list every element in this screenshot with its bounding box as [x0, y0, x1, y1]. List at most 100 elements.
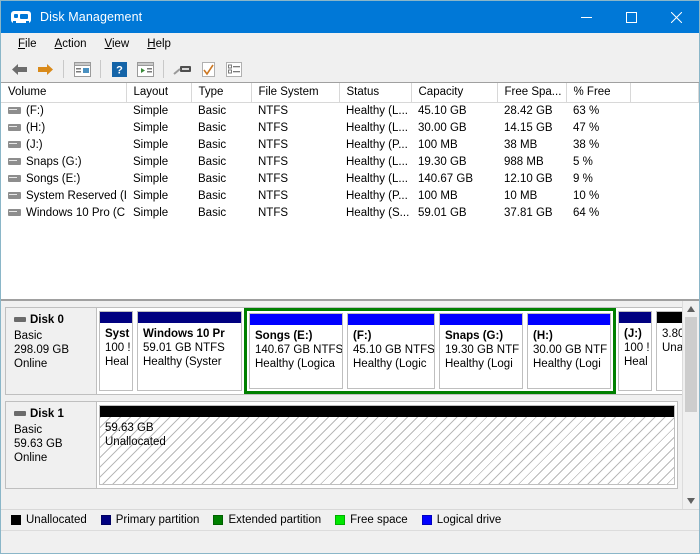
- list-view-button[interactable]: [222, 58, 246, 80]
- graphical-view-scrollbar[interactable]: [682, 301, 699, 509]
- legend-label-unallocated: Unallocated: [26, 514, 87, 526]
- cell-type: Basic: [198, 172, 227, 185]
- disk-icon: [14, 411, 26, 417]
- column-header-volume[interactable]: Volume: [1, 83, 127, 103]
- maximize-button[interactable]: [609, 1, 654, 33]
- partition-f-drive[interactable]: (F:) 45.10 GB NTFS Healthy (Logic: [347, 313, 435, 389]
- cell-layout: Simple: [133, 155, 169, 168]
- column-header-layout[interactable]: Layout: [126, 83, 192, 103]
- disk-size: 298.09 GB: [14, 344, 69, 356]
- menu-help[interactable]: Help: [138, 36, 180, 52]
- cell-volume: (H:): [1, 120, 126, 137]
- drive-icon: [8, 191, 21, 199]
- partition-status: Healthy (Logic: [353, 358, 427, 370]
- column-header-percent-free[interactable]: % Free: [566, 83, 631, 103]
- table-row[interactable]: Windows 10 Pro (C:) Simple Basic NTFS He…: [1, 205, 699, 222]
- column-header-file-system[interactable]: File System: [251, 83, 340, 103]
- table-row[interactable]: Songs (E:) Simple Basic NTFS Healthy (L.…: [1, 171, 699, 188]
- table-row[interactable]: Snaps (G:) Simple Basic NTFS Healthy (L.…: [1, 154, 699, 171]
- scroll-down-arrow-icon[interactable]: [683, 493, 699, 509]
- scroll-up-arrow-icon[interactable]: [683, 301, 699, 317]
- legend-item-extended-partition: Extended partition: [213, 514, 321, 526]
- cell-status: Healthy (L...: [346, 172, 408, 185]
- disk-icon: [14, 317, 26, 323]
- disk-management-window: Disk Management File Action View Help ? …: [0, 0, 700, 554]
- drive-icon: [8, 174, 21, 182]
- cell-volume-label: (J:): [26, 138, 43, 151]
- column-header-free-space[interactable]: Free Spa...: [497, 83, 567, 103]
- menu-bar: File Action View Help: [1, 33, 699, 56]
- cell-type: Basic: [198, 138, 227, 151]
- disk-name: Disk 1: [14, 408, 96, 420]
- partition-h-drive[interactable]: (H:) 30.00 GB NTF Healthy (Logi: [527, 313, 611, 389]
- table-row[interactable]: (H:) Simple Basic NTFS Healthy (L... 30.…: [1, 120, 699, 137]
- cell-percent-free: 38 %: [573, 138, 600, 151]
- partition-songs[interactable]: Songs (E:) 140.67 GB NTFS Healthy (Logic…: [249, 313, 343, 389]
- partition-size: 3.80 GB: [662, 328, 682, 340]
- menu-action-label-rest: ction: [62, 38, 87, 50]
- cell-layout: Simple: [133, 189, 169, 202]
- partition-body: (H:) 30.00 GB NTF Healthy (Logi: [528, 325, 610, 388]
- show-hide-action-pane-button[interactable]: [133, 58, 157, 80]
- disk-1-partitions: 59.63 GB Unallocated: [97, 401, 678, 489]
- partition-windows-10-pro[interactable]: Windows 10 Pr 59.01 GB NTFS Healthy (Sys…: [137, 311, 242, 391]
- back-button[interactable]: [7, 58, 31, 80]
- drive-icon: [8, 140, 21, 148]
- help-button[interactable]: ?: [107, 58, 131, 80]
- disk-row-1: Disk 1 Basic 59.63 GB Online 59.63 GB Un…: [1, 401, 682, 489]
- disk-info-1[interactable]: Disk 1 Basic 59.63 GB Online: [5, 401, 97, 489]
- partition-size: 140.67 GB NTFS: [255, 344, 342, 356]
- cell-capacity: 45.10 GB: [418, 104, 467, 117]
- partition-size: 100 !: [105, 342, 131, 354]
- legend-label-primary-partition: Primary partition: [115, 514, 200, 526]
- legend-swatch-logical-drive: [421, 515, 432, 525]
- column-header-filler[interactable]: [630, 83, 699, 103]
- partition-size: 100 !: [624, 342, 650, 354]
- partition-system-reserved[interactable]: Syst 100 ! Heal: [99, 311, 133, 391]
- cell-volume: (F:): [1, 103, 126, 120]
- table-row[interactable]: (F:) Simple Basic NTFS Healthy (L... 45.…: [1, 103, 699, 120]
- menu-file[interactable]: File: [9, 36, 46, 52]
- cell-status: Healthy (S...: [346, 206, 410, 219]
- disk-name: Disk 0: [14, 314, 96, 326]
- menu-action[interactable]: Action: [46, 36, 96, 52]
- scrollbar-track[interactable]: [683, 317, 699, 493]
- column-header-type[interactable]: Type: [191, 83, 252, 103]
- disk-info-0[interactable]: Disk 0 Basic 298.09 GB Online: [5, 307, 97, 395]
- column-header-status[interactable]: Status: [339, 83, 412, 103]
- forward-button[interactable]: [33, 58, 57, 80]
- close-button[interactable]: [654, 1, 699, 33]
- partition-status: Heal: [105, 356, 129, 368]
- cell-volume: System Reserved (I:): [1, 188, 126, 205]
- drive-icon: [8, 107, 21, 115]
- menu-view-label-rest: iew: [111, 38, 130, 50]
- partition-body: (J:) 100 ! Heal: [619, 323, 651, 390]
- table-row[interactable]: (J:) Simple Basic NTFS Healthy (P... 100…: [1, 137, 699, 154]
- partition-body: 3.80 GB Unallocated: [657, 323, 682, 390]
- graphical-view-scroll-area: Disk 0 Basic 298.09 GB Online Syst 100 !…: [1, 301, 682, 509]
- cell-filler: [630, 137, 699, 154]
- cell-filler: [630, 171, 699, 188]
- cell-layout: Simple: [133, 172, 169, 185]
- table-row[interactable]: System Reserved (I:) Simple Basic NTFS H…: [1, 188, 699, 205]
- rescan-disks-button[interactable]: [170, 58, 194, 80]
- menu-view[interactable]: View: [96, 36, 139, 52]
- cell-layout: Simple: [133, 206, 169, 219]
- disk-0-partitions: Syst 100 ! Heal Windows 10 Pr 59.01 GB N…: [97, 307, 682, 395]
- show-hide-console-tree-button[interactable]: [70, 58, 94, 80]
- disk-type: Basic: [14, 424, 43, 436]
- status-bar: [1, 530, 699, 553]
- cell-percent-free: 64 %: [573, 206, 600, 219]
- partition-unallocated-disk-1[interactable]: 59.63 GB Unallocated: [99, 405, 675, 485]
- scrollbar-thumb[interactable]: [685, 317, 697, 412]
- column-header-capacity[interactable]: Capacity: [411, 83, 498, 103]
- minimize-button[interactable]: [564, 1, 609, 33]
- extended-partition-container[interactable]: Songs (E:) 140.67 GB NTFS Healthy (Logic…: [244, 308, 616, 394]
- volume-list-pane[interactable]: Volume Layout Type File System Status Ca…: [1, 82, 699, 300]
- partition-j-drive[interactable]: (J:) 100 ! Heal: [618, 311, 652, 391]
- partition-snaps[interactable]: Snaps (G:) 19.30 GB NTF Healthy (Logi: [439, 313, 523, 389]
- cell-free-space: 38 MB: [504, 138, 538, 151]
- properties-button[interactable]: [196, 58, 220, 80]
- cell-volume-label: Snaps (G:): [26, 155, 82, 168]
- partition-unallocated-disk-0[interactable]: 3.80 GB Unallocated: [656, 311, 682, 391]
